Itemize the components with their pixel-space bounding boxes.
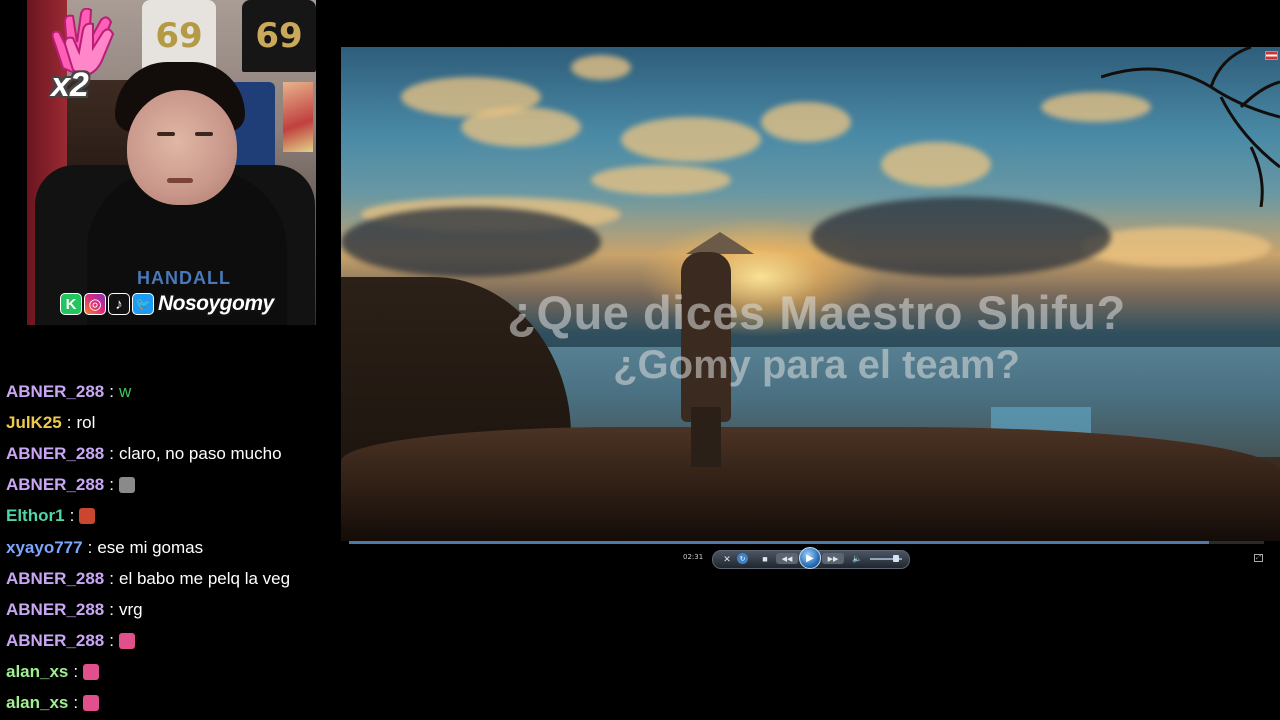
chat-username[interactable]: ABNER_288 — [6, 444, 104, 464]
chat-username[interactable]: ABNER_288 — [6, 569, 104, 589]
chat-message: ABNER_288: — [6, 626, 326, 657]
chat-message: xyayo777: ese mi gomas — [6, 532, 326, 563]
chat-username[interactable]: Elthor1 — [6, 506, 65, 526]
chat-username[interactable]: alan_xs — [6, 662, 68, 682]
chat-message: ABNER_288: vrg — [6, 594, 326, 625]
chat-separator: : — [109, 568, 114, 588]
chat-username[interactable]: ABNER_288 — [6, 600, 104, 620]
chat-overlay: ABNER_288: w JulK25: rol ABNER_288: claro, no… — [6, 376, 326, 719]
chat-message: ABNER_288: w — [6, 376, 326, 407]
chat-username[interactable]: xyayo777 — [6, 538, 83, 558]
hill — [341, 427, 1280, 541]
chat-emote-icon — [119, 477, 135, 494]
cloud — [461, 107, 581, 147]
cloud — [761, 102, 851, 142]
webcam-feed: 69 69 HANDALL x2 — [27, 0, 316, 325]
chat-username[interactable]: ABNER_288 — [6, 475, 104, 495]
chat-separator: : — [87, 537, 93, 557]
chat-username[interactable]: ABNER_288 — [6, 631, 104, 651]
kick-icon: K — [60, 293, 82, 315]
tiktok-icon: ♪ — [108, 293, 130, 315]
cloud — [591, 165, 731, 195]
shirt-print: HANDALL — [137, 268, 231, 288]
stop-button[interactable]: ■ — [760, 553, 770, 564]
progress-track[interactable] — [1209, 541, 1264, 544]
cloud — [571, 55, 631, 80]
instagram-icon: ◎ — [84, 293, 106, 315]
shuffle-icon[interactable]: ✕ — [722, 554, 732, 564]
chat-separator: : — [109, 599, 114, 619]
chat-emote-icon — [83, 695, 100, 712]
jersey-number: 69 — [255, 16, 303, 56]
eye — [195, 132, 213, 136]
volume-knob[interactable] — [893, 555, 899, 562]
figure-hat — [686, 232, 754, 254]
chat-message: Elthor1: — [6, 501, 326, 532]
subtitle-line-2: ¿Gomy para el team? — [613, 343, 1020, 387]
chat-separator: : — [109, 381, 114, 401]
jersey-black: 69 — [242, 0, 316, 72]
volume-icon[interactable]: 🔈 — [851, 553, 863, 564]
current-time: 02:31 — [683, 553, 704, 561]
chat-text: rol — [76, 412, 96, 432]
chat-message: ABNER_288: — [6, 470, 326, 501]
dark-cloud — [341, 207, 601, 277]
chat-separator: : — [73, 693, 79, 713]
progress-bar[interactable] — [349, 541, 1209, 544]
repeat-icon[interactable]: ↻ — [737, 553, 748, 564]
cloud — [621, 117, 761, 162]
cloud — [881, 142, 991, 187]
chat-separator: : — [109, 475, 114, 495]
chat-separator: : — [66, 412, 72, 432]
video-player[interactable]: ¿Que dices Maestro Shifu? ¿Gomy para el … — [341, 47, 1280, 541]
chat-emote-icon — [83, 664, 100, 681]
social-handles: K ◎ ♪ 🐦 Nosoygomy — [60, 290, 274, 318]
chat-separator: : — [109, 631, 114, 651]
chat-message: JulK25: rol — [6, 407, 326, 438]
mouth — [167, 178, 193, 183]
dark-cloud — [811, 197, 1111, 277]
chat-emote-icon — [79, 508, 96, 525]
rewind-button[interactable]: ◀◀ — [776, 553, 798, 564]
chat-message: ABNER_288: el babo me pelq la veg — [6, 563, 326, 594]
streamer-face — [127, 90, 237, 205]
chat-separator: : — [69, 506, 75, 526]
emote-multiplier: x2 — [51, 66, 89, 104]
chat-text: w — [119, 381, 132, 401]
wall-poster — [283, 82, 313, 152]
chat-text: ese mi gomas — [97, 537, 204, 557]
subtitle-line-1: ¿Que dices Maestro Shifu? — [507, 286, 1126, 339]
flag-icon — [1265, 51, 1278, 60]
chat-message: alan_xs: — [6, 657, 326, 688]
social-handle: Nosoygomy — [158, 292, 274, 315]
forward-button[interactable]: ▶▶ — [822, 553, 844, 564]
chat-text: el babo me pelq la veg — [119, 568, 291, 588]
fullscreen-icon[interactable]: ⤢ — [1254, 554, 1263, 562]
chat-text: claro, no paso mucho — [119, 443, 282, 463]
chat-text: vrg — [119, 599, 143, 619]
eye — [157, 132, 175, 136]
chat-username[interactable]: alan_xs — [6, 693, 68, 713]
play-button[interactable]: ▶ — [799, 547, 821, 569]
chat-username[interactable]: ABNER_288 — [6, 382, 104, 402]
chat-separator: : — [73, 662, 79, 682]
chat-username[interactable]: JulK25 — [6, 413, 62, 433]
chat-message: ABNER_288: claro, no paso mucho — [6, 438, 326, 469]
chat-separator: : — [109, 443, 114, 463]
twitter-icon: 🐦 — [132, 293, 154, 315]
jersey-number: 69 — [155, 16, 203, 56]
figure-legs — [691, 407, 721, 467]
chat-message: alan_xs: — [6, 688, 326, 719]
chat-emote-icon — [119, 633, 135, 650]
tree-branches — [1101, 47, 1280, 207]
